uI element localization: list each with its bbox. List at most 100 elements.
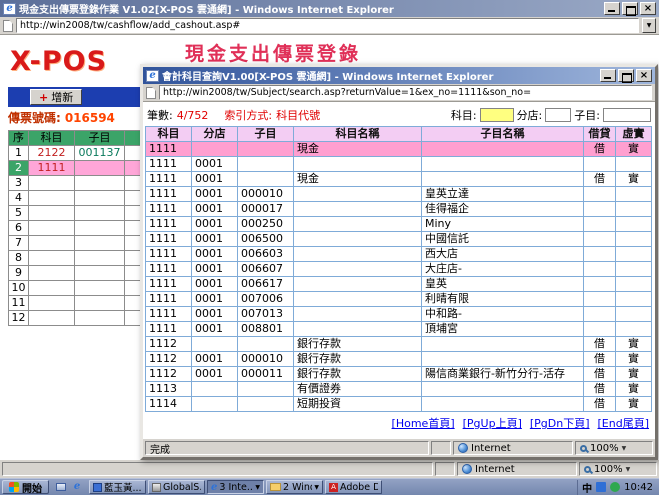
main-status-zoom[interactable]: 100% ▼ [579,462,657,476]
subject-row[interactable]: 11110001007013中和路- [146,307,652,322]
subject-cell [616,232,652,247]
subject-row[interactable]: 11110001006603西大店 [146,247,652,262]
address-dropdown-icon[interactable]: ▼ [642,18,656,33]
subject-cell: 006603 [238,247,294,262]
chevron-down-icon: ▼ [314,484,319,491]
voucher-cell: 8 [9,251,29,266]
subject-row[interactable]: 11110001006617皇英 [146,277,652,292]
subject-row[interactable]: 11110001007006利晴有限 [146,292,652,307]
start-button[interactable]: 開始 [2,480,49,494]
subject-cell [238,337,294,352]
subject-cell [584,232,616,247]
subject-cell: 1114 [146,397,192,412]
taskbar-button[interactable]: 2 Wind...▼ [266,480,323,494]
page-icon [3,20,13,32]
subject-row[interactable]: 11110001000010皇英立達 [146,187,652,202]
subject-row[interactable]: 11110001現金借實 [146,172,652,187]
subject-cell [294,187,422,202]
taskbar-button[interactable]: GlobalS... [148,480,205,494]
taskbar-button[interactable]: AAdobe D... [325,480,382,494]
count-value: 4/752 [177,109,209,122]
header-son: 子目 [238,127,294,142]
nav-link[interactable]: [End尾頁] [598,415,650,431]
branch-filter-label: 分店: [517,107,543,123]
tray-status-icon[interactable] [610,482,620,492]
subject-row[interactable]: 11110001000017佳得福企 [146,202,652,217]
taskbar-button[interactable]: e3 Inte...▼ [207,480,264,494]
ime-indicator[interactable]: 中 [582,480,592,495]
subject-cell: 0001 [192,307,238,322]
subject-cell: 007006 [238,292,294,307]
subject-row[interactable]: 11120001000010銀行存款借實 [146,352,652,367]
subject-cell: 西大店 [422,247,584,262]
popup-url-input[interactable]: http://win2008/tw/Subject/search.asp?ret… [159,85,652,100]
popup-maximize-button[interactable] [618,69,634,82]
subject-cell: 1113 [146,382,192,397]
close-button[interactable]: × [640,2,656,15]
subject-cell: 皇英 [422,277,584,292]
subject-row[interactable]: 11110001000250Miny [146,217,652,232]
subject-cell [584,157,616,172]
subject-cell: 中國信託 [422,232,584,247]
popup-close-button[interactable]: × [636,69,652,82]
taskbar-button[interactable]: 藍玉黃... [89,480,146,494]
main-status-spare [435,462,455,476]
nav-link[interactable]: [Home首頁] [392,415,455,431]
subject-row[interactable]: 1114短期投資借實 [146,397,652,412]
subject-row[interactable]: 1113有價證券借實 [146,382,652,397]
subject-row[interactable]: 11120001000011銀行存款陽信商業銀行-新竹分行-活存借實 [146,367,652,382]
subject-cell: 利晴有限 [422,292,584,307]
add-new-button[interactable]: + 增新 [30,89,82,105]
taskbar: 開始 e 藍玉黃...GlobalS...e3 Inte...▼2 Wind..… [0,478,659,495]
subject-cell [422,397,584,412]
add-button-label: 增新 [51,89,73,105]
subject-cell [616,202,652,217]
tray-network-icon[interactable] [596,482,606,492]
son-filter-label: 子目: [574,107,600,123]
voucher-cell [75,296,125,311]
main-url-input[interactable]: http://win2008/tw/cashflow/add_cashout.a… [16,18,639,33]
voucher-cell [75,221,125,236]
minimize-button[interactable] [604,2,620,15]
subject-cell [422,142,584,157]
system-tray: 中 10:42 [577,480,657,495]
maximize-button[interactable] [622,2,638,15]
ie-glyph: e [149,71,155,81]
main-address-bar: http://win2008/tw/cashflow/add_cashout.a… [0,17,659,35]
subject-cell: 0001 [192,187,238,202]
popup-zoom-label: 100% [590,443,619,454]
subject-cell [294,322,422,337]
nav-link[interactable]: [PgDn下頁] [530,415,590,431]
subject-cell: 0001 [192,277,238,292]
popup-minimize-button[interactable] [600,69,616,82]
index-mode-value: 科目代號 [276,107,320,123]
voucher-cell [29,251,75,266]
subject-row[interactable]: 11110001006500中國信託 [146,232,652,247]
subject-row[interactable]: 11110001 [146,157,652,172]
subject-cell [616,277,652,292]
magnifier-icon [584,466,591,473]
quick-launch-ie[interactable]: e [70,481,84,494]
subject-row[interactable]: 11110001006607大庄店- [146,262,652,277]
subject-cell: 皇英立達 [422,187,584,202]
nav-link[interactable]: [PgUp上頁] [463,415,522,431]
subject-table-body: 1111現金借實1111000111110001現金借實111100010000… [146,142,652,412]
subject-row[interactable]: 1112銀行存款借實 [146,337,652,352]
subject-cell: 1112 [146,367,192,382]
quick-launch-show-desktop[interactable] [54,481,68,494]
subject-cell: 借 [584,382,616,397]
window-controls: × [604,2,656,15]
quick-launch: e [54,481,84,494]
subject-filter-input[interactable] [480,108,514,122]
subject-cell: 1112 [146,352,192,367]
popup-status-zoom[interactable]: 100% ▼ [575,441,653,455]
main-status-bar: Internet 100% ▼ [0,460,659,478]
subject-cell: 008801 [238,322,294,337]
branch-filter-input[interactable] [545,108,571,122]
subject-row[interactable]: 11110001008801頂埔宮 [146,322,652,337]
son-filter-input[interactable] [603,108,651,122]
popup-zone-label: Internet [471,443,511,454]
voucher-cell: 5 [9,206,29,221]
subject-row[interactable]: 1111現金借實 [146,142,652,157]
subject-cell [192,337,238,352]
